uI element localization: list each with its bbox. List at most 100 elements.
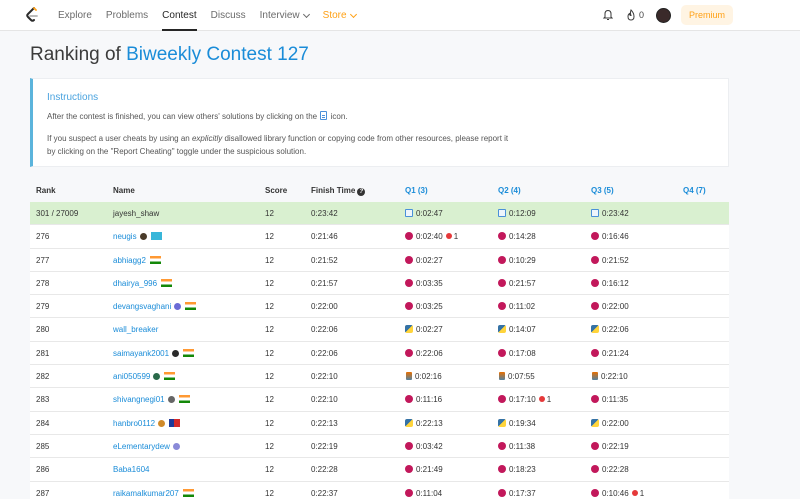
q1-submission[interactable]: 0:02:40 1	[405, 232, 458, 241]
q1-submission[interactable]: 0:03:35	[405, 278, 443, 288]
q3-submission[interactable]: 0:23:42	[591, 209, 629, 218]
q1-submission[interactable]: 0:02:16	[405, 372, 442, 381]
nav-store[interactable]: Store	[323, 0, 357, 31]
q2-submission[interactable]: 0:11:02	[498, 302, 535, 311]
username: raikamalkumar207	[113, 488, 179, 498]
q3-submission[interactable]: 0:10:46 1	[591, 488, 644, 498]
q1-submission[interactable]: 0:02:47	[405, 209, 443, 218]
india-flag-icon	[178, 395, 190, 404]
cpp-icon	[405, 348, 413, 357]
q1-submission[interactable]: 0:02:27	[405, 255, 443, 265]
q3-submission[interactable]: 0:21:52	[591, 255, 629, 265]
header-q4[interactable]: Q4 (7)	[683, 186, 706, 195]
doc-icon	[405, 209, 413, 217]
q1-submission[interactable]: 0:22:06	[405, 348, 443, 358]
username: abhiagg2	[113, 255, 146, 265]
user-link[interactable]: abhiagg2	[113, 255, 161, 265]
q3-submission[interactable]: 0:11:35	[591, 395, 628, 404]
py-icon	[405, 325, 413, 334]
q1-submission[interactable]: 0:21:49	[405, 465, 443, 474]
user-link[interactable]: Baba1604	[113, 465, 149, 474]
india-flag-icon	[164, 372, 176, 381]
q3-submission[interactable]: 0:22:00	[591, 302, 629, 311]
user-link[interactable]: hanbro0112	[113, 418, 181, 428]
user-link[interactable]: dhairya_996	[113, 278, 173, 288]
user-link[interactable]: shivangnegi01	[113, 395, 190, 404]
cpp-icon	[405, 232, 413, 241]
q3-submission[interactable]: 0:22:06	[591, 325, 629, 334]
nav-explore[interactable]: Explore	[58, 0, 92, 31]
q3-submission[interactable]: 0:16:46	[591, 232, 629, 241]
finish-time-cell: 0:22:19	[311, 441, 338, 451]
username: hanbro0112	[113, 418, 156, 428]
q2-submission[interactable]: 0:17:08	[498, 348, 536, 358]
q2-submission[interactable]: 0:14:28	[498, 232, 536, 241]
submission-time: 0:03:35	[416, 278, 443, 288]
q3-submission[interactable]: 0:22:19	[591, 441, 629, 451]
q2-submission[interactable]: 0:19:34	[498, 418, 536, 428]
q1-submission[interactable]: 0:22:13	[405, 418, 443, 428]
user-link[interactable]: saimayank2001	[113, 348, 195, 358]
q3-submission[interactable]: 0:22:00	[591, 418, 629, 428]
leetcode-logo-icon[interactable]	[25, 7, 39, 23]
bell-icon[interactable]	[603, 9, 613, 21]
user-link[interactable]: jayesh_shaw	[113, 209, 159, 218]
header-q2[interactable]: Q2 (4)	[498, 186, 521, 195]
user-link[interactable]: raikamalkumar207	[113, 488, 194, 498]
q3-submission[interactable]: 0:21:24	[591, 348, 629, 358]
score-cell: 12	[265, 441, 274, 451]
wrong-attempts: 1	[453, 232, 459, 242]
header-q1[interactable]: Q1 (3)	[405, 186, 428, 195]
nav-discuss[interactable]: Discuss	[211, 0, 246, 31]
submission-time: 0:21:52	[602, 255, 629, 265]
q2-submission[interactable]: 0:17:37	[498, 488, 536, 498]
premium-button[interactable]: Premium	[681, 5, 733, 25]
user-link[interactable]: ani050599	[113, 372, 176, 382]
fire-icon[interactable]	[626, 9, 636, 21]
q3-submission[interactable]: 0:22:28	[591, 465, 629, 474]
q3-submission[interactable]: 0:16:12	[591, 278, 629, 288]
q2-submission[interactable]: 0:11:38	[498, 441, 536, 451]
user-link[interactable]: wall_breaker	[113, 325, 158, 334]
user-link[interactable]: devangsvaghani	[113, 302, 197, 312]
q2-submission[interactable]: 0:07:55	[498, 372, 535, 381]
avatar[interactable]	[656, 8, 671, 23]
nav-contest[interactable]: Contest	[162, 0, 197, 31]
submission-time: 0:11:38	[509, 441, 536, 451]
q1-submission[interactable]: 0:03:42	[405, 441, 443, 451]
nav-interview[interactable]: Interview	[260, 0, 310, 31]
q1-submission[interactable]: 0:11:04	[405, 488, 442, 498]
q1-submission[interactable]: 0:11:16	[405, 395, 442, 404]
q2-submission[interactable]: 0:17:10 1	[498, 395, 551, 404]
username: devangsvaghani	[113, 302, 172, 312]
q2-submission[interactable]: 0:14:07	[498, 325, 536, 334]
username: ani050599	[113, 372, 151, 382]
rank-cell: 276	[36, 232, 50, 242]
submission-time: 0:17:10	[509, 395, 536, 405]
rank-cell: 286	[36, 465, 50, 475]
submission-time: 0:21:57	[509, 278, 536, 288]
submission-time: 0:16:12	[602, 278, 629, 288]
q2-submission[interactable]: 0:21:57	[498, 278, 536, 288]
q2-submission[interactable]: 0:12:09	[498, 209, 536, 218]
score-cell: 12	[265, 488, 274, 498]
q2-submission[interactable]: 0:10:29	[498, 255, 536, 265]
submission-time: 0:11:02	[509, 302, 536, 312]
contest-link[interactable]: Biweekly Contest 127	[126, 44, 309, 65]
header-q3[interactable]: Q3 (5)	[591, 186, 614, 195]
table-row: 286 Baba1604 12 0:22:28 0:21:49 0:18:23 0:22:2…	[30, 458, 729, 482]
user-link[interactable]: eLementarydew	[113, 442, 180, 451]
q1-submission[interactable]: 0:02:27	[405, 325, 443, 334]
table-row: 281 saimayank2001 12 0:22:06 0:22:06 0:17:08 0…	[30, 341, 729, 366]
nav-problems[interactable]: Problems	[106, 0, 148, 31]
user-link[interactable]: neugis	[113, 232, 162, 241]
q1-submission[interactable]: 0:03:25	[405, 302, 443, 311]
submission-time: 0:21:49	[416, 465, 443, 475]
info-icon[interactable]: ?	[357, 188, 366, 196]
table-row: 280 wall_breaker 12 0:22:06 0:02:27 0:14:07 0:…	[30, 318, 729, 342]
q2-submission[interactable]: 0:18:23	[498, 465, 536, 474]
doc-icon	[591, 209, 599, 217]
instructions-paragraph-1: After the contest is finished, you can v…	[47, 111, 348, 121]
q3-submission[interactable]: 0:22:10	[591, 372, 628, 381]
cpp-icon	[498, 278, 506, 287]
